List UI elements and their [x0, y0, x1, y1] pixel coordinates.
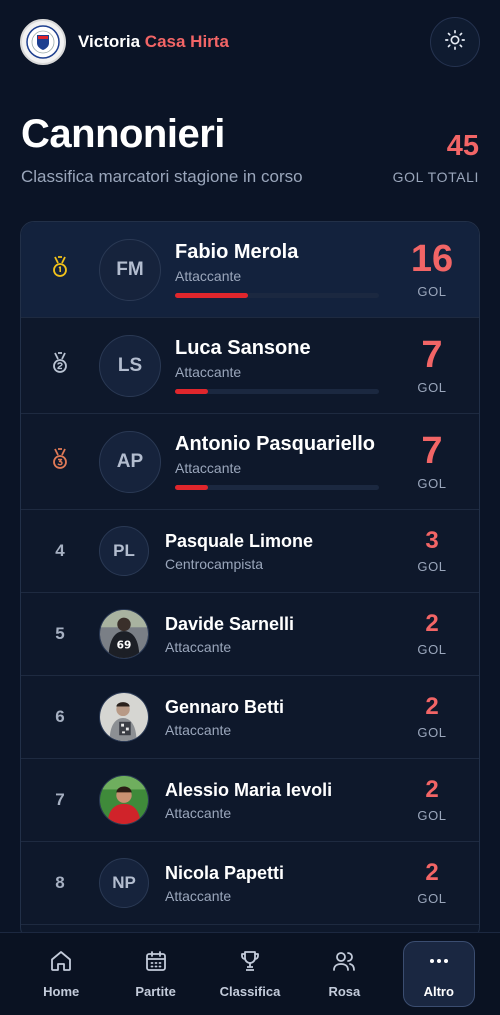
brand-name-part2: Casa Hirta [144, 32, 229, 51]
avatar-photo [99, 775, 149, 825]
sun-icon [444, 29, 466, 56]
trophy-icon [238, 949, 262, 978]
scorer-row[interactable]: 7 Alessio Maria Ievoli Attaccante 2 GOL [21, 759, 479, 842]
nav-label: Altro [423, 984, 454, 999]
scorer-row[interactable]: 8 NP Nicola Papetti Attaccante 2 GOL [21, 842, 479, 925]
scorer-name: Davide Sarnelli [165, 613, 295, 634]
goal-label: GOL [417, 641, 447, 657]
total-goals-label: GOL TOTALI [392, 169, 479, 185]
medal-gold-icon [48, 255, 72, 284]
page-title: Cannonieri [21, 112, 225, 156]
goal-label: GOL [417, 476, 447, 491]
scorer-name: Gennaro Betti [165, 696, 285, 717]
scorer-row[interactable]: FM Fabio Merola Attaccante 16 GOL [21, 222, 479, 318]
goal-count: 2 [425, 858, 439, 886]
bottom-nav: Home Partite Classifica Rosa Altro [0, 932, 500, 1015]
goal-label: GOL [417, 284, 447, 299]
goal-progress-bar [175, 293, 379, 298]
theme-toggle-button[interactable] [430, 17, 480, 67]
goal-progress-fill [175, 389, 208, 394]
rank-number: 8 [55, 873, 65, 892]
scorer-role: Attaccante [175, 268, 242, 284]
scorer-name: Luca Sansone [175, 337, 311, 359]
scorer-name: Fabio Merola [175, 241, 299, 263]
scorer-row[interactable]: 5 69 Davide Sarnelli Attaccante 2 GOL [21, 593, 479, 676]
goal-progress-fill [175, 293, 249, 298]
scorer-row[interactable]: AP Antonio Pasquariello Attaccante 7 GOL [21, 414, 479, 510]
goal-count: 2 [425, 775, 439, 803]
scorer-role: Attaccante [175, 460, 242, 476]
avatar-photo: 69 [99, 609, 149, 659]
avatar: NP [99, 858, 149, 908]
goal-label: GOL [417, 558, 447, 574]
scorer-name: Nicola Papetti [165, 862, 285, 883]
goal-progress-bar [175, 485, 379, 490]
goal-count: 2 [425, 609, 439, 637]
medal-silver-icon [48, 351, 72, 380]
home-icon [49, 949, 73, 978]
rank-number: 7 [55, 790, 65, 809]
nav-item-altro[interactable]: Altro [402, 941, 475, 1007]
scorer-name: Alessio Maria Ievoli [165, 779, 333, 800]
goal-count: 16 [410, 238, 454, 280]
calendar-icon [144, 949, 168, 978]
total-goals: 45 GOL TOTALI [393, 130, 479, 185]
nav-label: Rosa [328, 984, 361, 999]
goal-label: GOL [417, 380, 447, 395]
medal-bronze-icon [48, 447, 72, 476]
avatar: FM [99, 238, 161, 301]
nav-item-classifica[interactable]: Classifica [214, 941, 286, 1007]
scorers-list: FM Fabio Merola Attaccante 16 GOL LS Luc… [20, 221, 480, 941]
scorer-role: Attaccante [175, 364, 242, 380]
rank-number: 5 [55, 624, 65, 643]
scorer-role: Centrocampista [165, 555, 264, 572]
users-icon [332, 949, 356, 978]
goal-label: GOL [417, 890, 447, 906]
nav-label: Home [43, 984, 80, 999]
scorer-role: Attaccante [165, 804, 232, 821]
nav-item-home[interactable]: Home [25, 941, 97, 1007]
brand-name: Victoria Casa Hirta [78, 32, 229, 52]
scorer-role: Attaccante [165, 887, 232, 904]
scorer-name: Antonio Pasquariello [175, 433, 376, 455]
goal-progress-fill [175, 485, 208, 490]
nav-label: Partite [135, 984, 176, 999]
scorer-name: Pasquale Limone [165, 530, 314, 551]
scorer-row[interactable]: 6 Gennaro Betti Attaccante 2 GOL [21, 676, 479, 759]
avatar: LS [99, 334, 161, 397]
goal-label: GOL [417, 807, 447, 823]
club-logo[interactable] [20, 19, 66, 65]
goal-label: GOL [417, 724, 447, 740]
rank-number: 6 [55, 707, 65, 726]
nav-item-partite[interactable]: Partite [120, 941, 192, 1007]
scorer-role: Attaccante [165, 721, 232, 738]
scorer-row[interactable]: LS Luca Sansone Attaccante 7 GOL [21, 318, 479, 414]
nav-label: Classifica [219, 984, 281, 999]
goal-count: 7 [421, 430, 443, 472]
goal-count: 2 [425, 692, 439, 720]
svg-text:69: 69 [117, 639, 132, 651]
title-block: Cannonieri Classifica marcatori stagione… [21, 112, 303, 187]
goal-progress-bar [175, 389, 379, 394]
page-subtitle: Classifica marcatori stagione in corso [21, 167, 303, 186]
brand-name-part1: Victoria [78, 32, 141, 51]
goal-count: 7 [421, 334, 443, 376]
scorer-role: Attaccante [165, 638, 232, 655]
nav-item-rosa[interactable]: Rosa [308, 941, 380, 1007]
goal-count: 3 [425, 526, 439, 554]
total-goals-value: 45 [446, 130, 479, 162]
avatar: AP [99, 430, 161, 493]
avatar-photo [99, 692, 149, 742]
avatar: PL [99, 526, 149, 576]
scorer-row[interactable]: 4 PL Pasquale Limone Centrocampista 3 GO… [21, 510, 479, 593]
rank-number: 4 [55, 541, 65, 560]
app-header: Victoria Casa Hirta [0, 0, 500, 84]
more-icon [427, 949, 451, 978]
